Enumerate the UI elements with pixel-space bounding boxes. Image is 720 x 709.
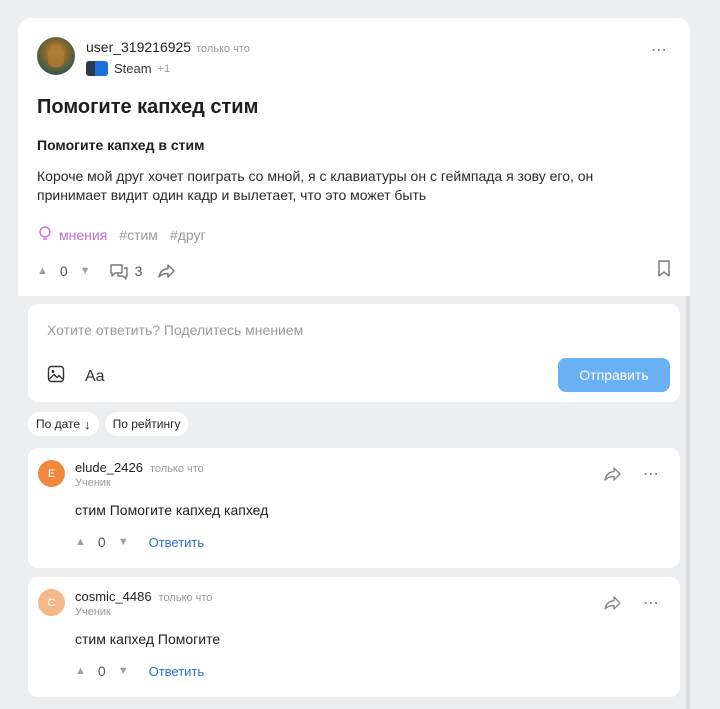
comments-button[interactable]: 3: [109, 262, 143, 280]
author-meta: user_319216925 только что Steam +1: [86, 37, 250, 76]
comments-area: Хотите ответить? Поделитесь мнением Aa О…: [18, 296, 690, 709]
scrollbar[interactable]: [686, 296, 690, 709]
comment-item: C cosmic_4486 только что Ученик ⋯ стим к…: [28, 577, 680, 697]
comment-role: Ученик: [75, 606, 111, 618]
comment-username[interactable]: elude_2426: [75, 460, 143, 475]
sort-by-date-label: По дате: [36, 417, 81, 431]
tags-row: мнения #стим #друг: [37, 225, 671, 244]
reply-input[interactable]: Хотите ответить? Поделитесь мнением: [47, 322, 661, 338]
comments-count: 3: [134, 263, 143, 279]
comment-actions: ▲ 0 ▼ Ответить: [75, 663, 204, 679]
comment-icon: [109, 264, 128, 280]
post-timestamp: только что: [196, 43, 250, 55]
image-icon[interactable]: [47, 365, 65, 388]
post: user_319216925 только что Steam +1 ⋯ Пом…: [18, 18, 690, 296]
sort-row: По дате ↓ По рейтингу: [28, 412, 680, 436]
comment-timestamp: только что: [149, 463, 204, 475]
author-row: user_319216925 только что Steam +1: [37, 37, 671, 79]
post-body: Короче мой друг хочет поиграть со мной, …: [37, 168, 594, 203]
post-actions: ▲ 0 ▼ 3: [37, 260, 671, 283]
comment-header: elude_2426 только что Ученик: [75, 460, 204, 489]
comment-name-line: cosmic_4486 только что: [75, 589, 212, 604]
comment-role: Ученик: [75, 477, 111, 489]
comment-text: стим Помогите капхед капхед: [75, 502, 269, 518]
send-button[interactable]: Отправить: [558, 358, 670, 392]
arrow-down-icon: ↓: [84, 416, 91, 432]
community-line[interactable]: Steam +1: [86, 61, 250, 76]
topic-tag[interactable]: мнения: [37, 225, 107, 244]
upvote-icon[interactable]: ▲: [37, 265, 48, 277]
upvote-icon[interactable]: ▲: [75, 665, 86, 677]
community-name[interactable]: Steam: [114, 61, 152, 76]
downvote-icon[interactable]: ▼: [80, 265, 91, 277]
post-more-icon[interactable]: ⋯: [651, 43, 668, 59]
comment-text: стим капхед Помогите: [75, 631, 221, 647]
text-format-button[interactable]: Aa: [85, 368, 105, 386]
post-card: user_319216925 только что Steam +1 ⋯ Пом…: [18, 18, 690, 709]
comment-username[interactable]: cosmic_4486: [75, 589, 152, 604]
sort-by-date[interactable]: По дате ↓: [28, 412, 99, 436]
post-title: Помогите капхед стим: [37, 96, 259, 118]
community-more-count[interactable]: +1: [158, 63, 171, 75]
topic-tag-label: мнения: [59, 226, 108, 243]
reply-tools: Aa: [47, 365, 105, 388]
author-username[interactable]: user_319216925: [86, 39, 191, 55]
avatar[interactable]: C: [38, 589, 65, 616]
comment-item: E elude_2426 только что Ученик ⋯ стим По…: [28, 448, 680, 568]
bookmark-icon[interactable]: [657, 260, 671, 283]
hashtag-steam[interactable]: #стим: [119, 227, 158, 243]
hashtag-friend[interactable]: #друг: [170, 227, 206, 243]
avatar[interactable]: E: [38, 460, 65, 487]
comment-vote-count: 0: [97, 534, 106, 550]
reply-box[interactable]: Хотите ответить? Поделитесь мнением Aa О…: [28, 304, 680, 402]
sort-by-rating[interactable]: По рейтингу: [104, 412, 189, 436]
reply-button[interactable]: Ответить: [149, 535, 205, 550]
upvote-icon[interactable]: ▲: [75, 536, 86, 548]
lightbulb-icon: [37, 225, 53, 244]
share-icon[interactable]: [158, 263, 176, 279]
comment-more-icon[interactable]: ⋯: [643, 593, 660, 613]
comment-header: cosmic_4486 только что Ученик: [75, 589, 212, 618]
share-icon[interactable]: [604, 595, 622, 611]
comment-actions: ▲ 0 ▼ Ответить: [75, 534, 204, 550]
post-subtitle: Помогите капхед в стим: [37, 137, 205, 153]
post-vote-count: 0: [59, 263, 68, 279]
comment-name-line: elude_2426 только что: [75, 460, 204, 475]
comment-more-icon[interactable]: ⋯: [643, 464, 660, 484]
comment-timestamp: только что: [158, 592, 213, 604]
steam-community-icon: [86, 61, 108, 76]
comment-vote-count: 0: [97, 663, 106, 679]
share-icon[interactable]: [604, 466, 622, 482]
avatar[interactable]: [37, 37, 75, 75]
downvote-icon[interactable]: ▼: [118, 536, 129, 548]
downvote-icon[interactable]: ▼: [118, 665, 129, 677]
reply-button[interactable]: Ответить: [149, 664, 205, 679]
name-line: user_319216925 только что: [86, 39, 250, 55]
